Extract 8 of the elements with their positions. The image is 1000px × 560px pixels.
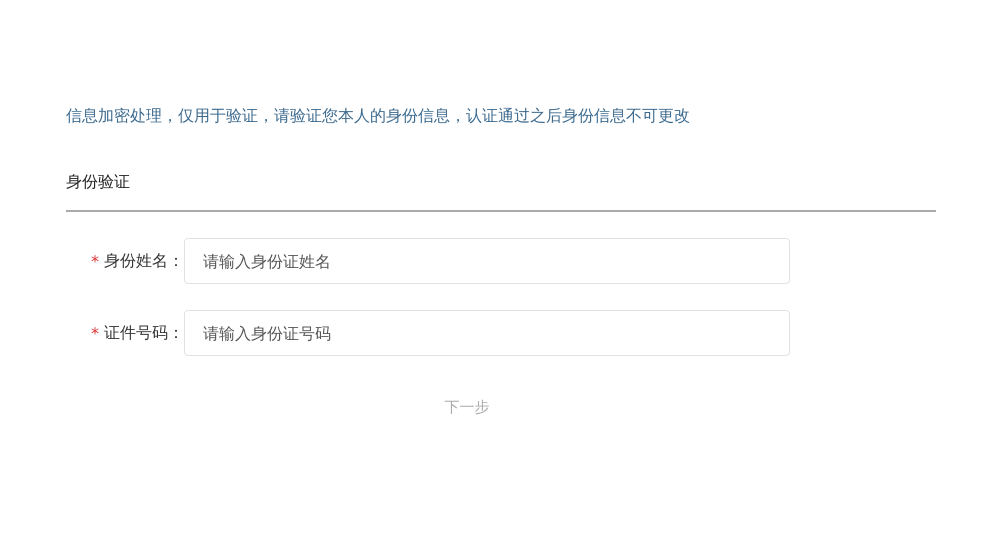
input-field[interactable]: 请输入身份证号码 [184, 310, 790, 356]
required-mark: * [91, 252, 99, 270]
field-label: 证件号码： [104, 322, 184, 344]
input-field[interactable]: 请输入身份证姓名 [184, 238, 790, 284]
field-label: 身份姓名： [104, 250, 184, 272]
required-mark: * [91, 324, 99, 342]
notice-text: 信息加密处理，仅用于验证，请验证您本人的身份信息，认证通过之后身份信息不可更改 [66, 105, 691, 127]
section-title: 身份验证 [66, 171, 131, 193]
